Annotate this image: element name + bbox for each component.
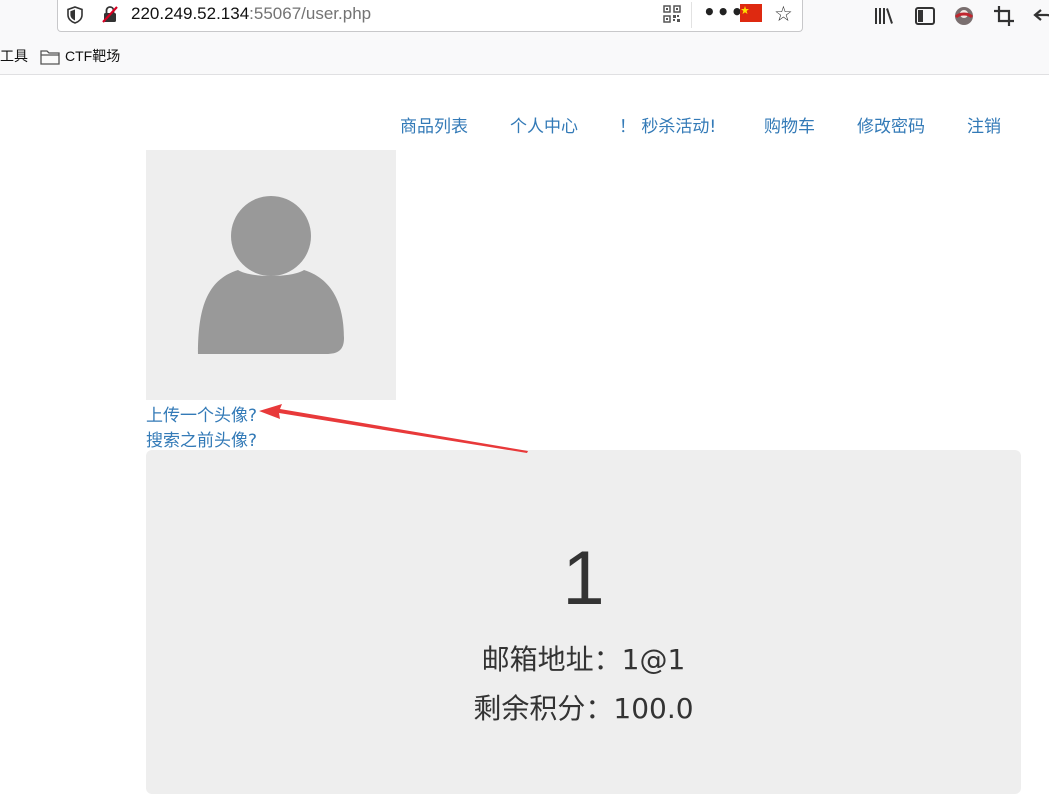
email-address: 邮箱地址：1@1 [481, 643, 686, 676]
remaining-points: 剩余积分：100.0 [473, 692, 694, 725]
nav-product-list[interactable]: 商品列表 [400, 112, 468, 137]
top-nav: 商品列表 个人中心 ！ 秒杀活动! 购物车 修改密码 注销 [0, 112, 1049, 138]
nav-personal-center[interactable]: 个人中心 [510, 112, 578, 137]
sidebar-icon[interactable] [913, 4, 937, 28]
nav-logout[interactable]: 注销 [967, 112, 1001, 137]
bookmark-folder-label: CTF靶场 [65, 48, 121, 64]
shield-icon[interactable] [66, 6, 84, 24]
url-text[interactable]: 220.249.52.134:55067/user.php [131, 4, 371, 24]
url-host: 220.249.52.134 [131, 4, 250, 23]
nav-change-password[interactable]: 修改密码 [857, 112, 925, 137]
crop-icon[interactable] [992, 4, 1016, 28]
address-bar[interactable]: 220.249.52.134:55067/user.php ••• ☆ [57, 0, 803, 32]
url-port-path: :55067/user.php [249, 4, 372, 23]
more-dots-icon[interactable]: ••• [703, 0, 744, 24]
username: 1 [562, 536, 605, 621]
folder-icon [40, 50, 60, 65]
extension-avatar-icon[interactable] [952, 4, 976, 28]
default-user-icon [198, 196, 344, 354]
avatar [146, 150, 396, 400]
qr-code-icon[interactable] [662, 4, 682, 24]
nav-shopping-cart[interactable]: 购物车 [764, 112, 815, 137]
nav-flash-sale[interactable]: ！ 秒杀活动! [619, 112, 716, 137]
account-info-panel: 1 邮箱地址：1@1 剩余积分：100.0 [146, 450, 1021, 794]
bookmark-folder-ctf[interactable]: CTF靶场 [40, 44, 120, 68]
back-arrow-icon[interactable] [1031, 4, 1049, 28]
bookmark-tools[interactable]: 工具 [0, 44, 28, 68]
china-flag-icon[interactable] [740, 4, 762, 22]
search-previous-avatar-link[interactable]: 搜索之前头像? [146, 426, 257, 451]
star-icon[interactable]: ☆ [774, 2, 793, 26]
url-separator [691, 2, 692, 28]
browser-chrome: 220.249.52.134:55067/user.php ••• ☆ 工具 C… [0, 0, 1049, 75]
insecure-lock-icon[interactable] [100, 4, 120, 24]
upload-avatar-link[interactable]: 上传一个头像? [146, 401, 257, 426]
library-icon[interactable] [872, 4, 896, 28]
